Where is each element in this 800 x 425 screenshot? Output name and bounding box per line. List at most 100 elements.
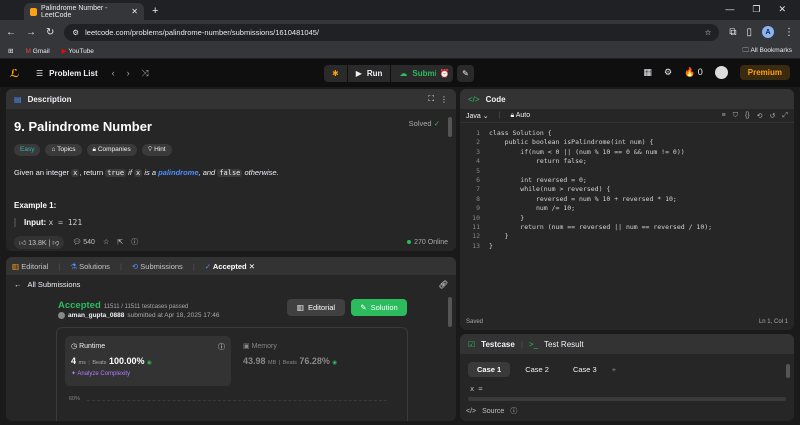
menu-dots-icon[interactable]: ⋮ <box>784 27 794 38</box>
notes-icon[interactable]: ✎ <box>457 65 474 82</box>
testcase-scrollbar[interactable] <box>786 364 790 378</box>
close-tab-icon[interactable]: ✕ <box>131 7 138 16</box>
close-tab-accepted-icon[interactable]: ✕ <box>249 262 255 271</box>
code-line[interactable]: while(num > reversed) { <box>489 185 712 194</box>
close-window-icon[interactable]: ✕ <box>778 4 786 15</box>
difficulty-tag[interactable]: Easy <box>14 144 41 156</box>
hint-tag[interactable]: 💡︎ Hint <box>141 144 172 156</box>
code-line[interactable]: num /= 10; <box>489 204 712 213</box>
language-select[interactable]: Java ⌄ <box>466 112 489 120</box>
run-button[interactable]: ▶ Run <box>347 65 391 82</box>
case-tab-1[interactable]: Case 1 <box>468 362 511 377</box>
layout-icon[interactable]: ▦ <box>643 67 652 78</box>
bookmark-icon[interactable]: ⛉ <box>733 112 738 120</box>
braces-icon[interactable]: {} <box>745 112 750 120</box>
tab-test-result[interactable]: Test Result <box>544 340 584 349</box>
code-line[interactable]: int reversed = 0; <box>489 176 712 185</box>
user-avatar[interactable] <box>714 66 728 79</box>
code-line[interactable]: reversed = num % 10 + reversed * 10; <box>489 195 712 204</box>
bookmark-star-icon[interactable]: ☆ <box>705 28 712 37</box>
bookmark-youtube[interactable]: ▶ YouTube <box>62 47 94 55</box>
next-problem-icon[interactable]: › <box>127 68 130 79</box>
username[interactable]: aman_gupta_0888 <box>68 312 124 319</box>
panel-menu-icon[interactable]: ⋮ <box>440 95 448 104</box>
runtime-card[interactable]: ◷ Runtime ⓘ 4 ms | Beats 100.00% ◉ ✦ Anal… <box>65 336 231 386</box>
palindrome-link[interactable]: palindrome <box>158 168 198 177</box>
new-tab-icon[interactable]: + <box>152 5 158 17</box>
case-tab-2[interactable]: Case 2 <box>516 362 558 377</box>
star-icon[interactable]: ☆ <box>103 238 109 246</box>
prev-problem-icon[interactable]: ‹ <box>112 68 115 79</box>
all-bookmarks[interactable]: 🗀 All Bookmarks <box>743 46 793 57</box>
link-icon[interactable]: 🔗︎ <box>438 280 448 289</box>
tab-submissions[interactable]: ⟲ Submissions <box>132 262 183 271</box>
companies-tag[interactable]: 🔒︎ Companies <box>86 144 137 156</box>
testcase-input[interactable] <box>468 397 786 401</box>
runtime-value: 4 <box>71 356 77 366</box>
code-editor[interactable]: class Solution { public boolean isPalind… <box>489 129 712 251</box>
sidepanel-icon[interactable]: ▯ <box>746 27 752 38</box>
all-submissions-link[interactable]: ← All Submissions 🔗︎ <box>6 275 456 293</box>
reload-icon[interactable]: ↻ <box>46 27 54 38</box>
help-icon[interactable]: ⓘ <box>131 237 138 247</box>
case-tab-3[interactable]: Case 3 <box>564 362 606 377</box>
format-icon[interactable]: ≡ <box>722 112 726 120</box>
description-scrollbar[interactable] <box>448 117 452 137</box>
apps-grid-icon[interactable]: ⊞ <box>8 47 13 55</box>
undo-icon[interactable]: ⟲ <box>757 112 763 120</box>
code-line[interactable]: return (num == reversed || num == revers… <box>489 223 712 232</box>
minimize-icon[interactable]: — <box>725 4 734 15</box>
topics-tag[interactable]: ⌂ Topics <box>45 144 82 156</box>
thumbs-down-icon[interactable]: 👎︎ <box>52 240 59 247</box>
share-icon[interactable]: ⇱ <box>117 238 123 246</box>
tab-description[interactable]: Description <box>28 95 72 104</box>
debug-button[interactable]: ✱ <box>324 65 347 82</box>
code-line[interactable]: class Solution { <box>489 129 712 138</box>
analyze-complexity-link[interactable]: ✦ Analyze Complexity <box>71 370 225 377</box>
tab-editorial[interactable]: ▥ Editorial <box>12 262 48 271</box>
problem-list-button[interactable]: ☰ Problem List <box>36 69 98 78</box>
like-button[interactable]: 👍︎ 13.8K | 👎︎ <box>14 235 65 249</box>
reset-icon[interactable]: ↺ <box>770 112 776 120</box>
browser-tab[interactable]: Palindrome Number - LeetCode ✕ <box>24 3 144 20</box>
url-field[interactable]: ⚙ leetcode.com/problems/palindrome-numbe… <box>64 23 720 41</box>
profile-avatar[interactable]: A <box>762 26 774 38</box>
code-line[interactable]: public boolean isPalindrome(int num) { <box>489 138 712 147</box>
source-link[interactable]: </> Source ⓘ <box>466 406 517 416</box>
forward-icon[interactable]: → <box>26 27 36 38</box>
memory-card[interactable]: ▣ Memory 43.98 MB | Beats 76.28% ◉ <box>243 342 337 366</box>
code-line[interactable]: } <box>489 232 712 241</box>
settings-gear-icon[interactable]: ⚙ <box>664 67 672 78</box>
fullscreen-icon[interactable]: ⤢ <box>782 112 788 120</box>
shuffle-icon[interactable]: ⤨ <box>142 68 149 79</box>
code-line[interactable]: if(num < 0 || (num % 10 == 0 && num != 0… <box>489 148 712 157</box>
code-line[interactable]: } <box>489 242 712 251</box>
info-icon[interactable]: ⓘ <box>218 342 225 352</box>
tab-accepted[interactable]: ✓ Accepted ✕ <box>205 262 255 271</box>
maximize-icon[interactable]: ❐ <box>752 4 760 15</box>
solution-button[interactable]: ✎ Solution <box>351 299 407 316</box>
back-icon[interactable]: ← <box>6 27 16 38</box>
code-line[interactable]: } <box>489 214 712 223</box>
analyze-label: Analyze Complexity <box>77 371 131 377</box>
extensions-icon[interactable]: ⧉ <box>729 27 736 38</box>
streak-fire[interactable]: 🔥 0 <box>684 67 703 78</box>
timer-icon[interactable]: ⏰ <box>436 65 453 82</box>
editorial-button[interactable]: ▥ Editorial <box>287 299 345 316</box>
premium-button[interactable]: Premium <box>739 65 790 80</box>
bookmark-gmail[interactable]: M Gmail <box>25 48 49 55</box>
inline-code: true <box>105 169 127 177</box>
tab-solutions[interactable]: ⚗ Solutions <box>70 262 110 271</box>
leetcode-logo-icon[interactable]: ℒ <box>10 67 22 80</box>
tab-code[interactable]: Code <box>486 95 506 104</box>
site-info-icon[interactable]: ⚙ <box>72 28 79 37</box>
expand-icon[interactable]: ⛶ <box>428 94 434 104</box>
source-info-icon[interactable]: ⓘ <box>510 406 517 416</box>
auto-mode-toggle[interactable]: 🔒︎ Auto <box>510 112 530 120</box>
comments-button[interactable]: 💬︎ 540 <box>72 238 95 246</box>
tab-testcase[interactable]: Testcase <box>481 340 515 349</box>
submission-scrollbar[interactable] <box>448 297 452 327</box>
add-case-icon[interactable]: + <box>612 365 616 374</box>
code-line[interactable] <box>489 167 712 176</box>
code-line[interactable]: return false; <box>489 157 712 166</box>
